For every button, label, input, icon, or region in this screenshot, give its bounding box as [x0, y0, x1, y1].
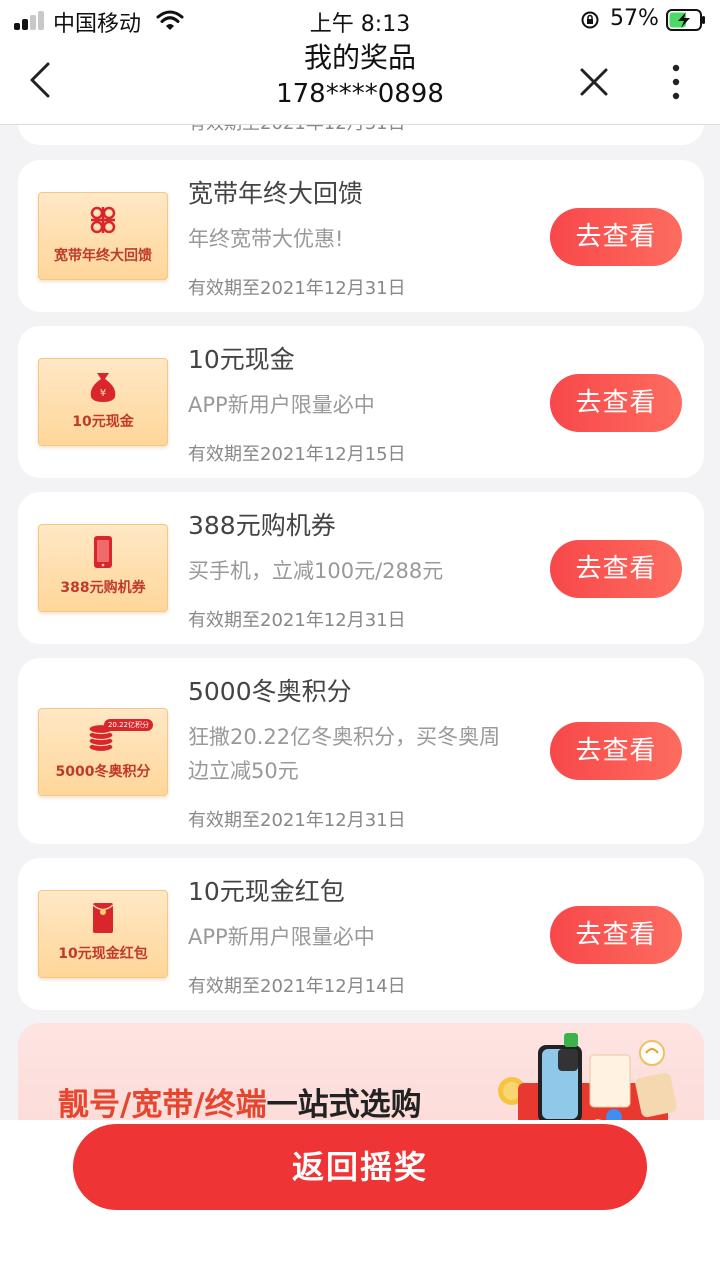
close-button[interactable] — [574, 62, 614, 102]
prize-thumbnail: ¥ 10元现金 — [38, 358, 168, 446]
prize-title: 5000冬奥积分 — [188, 677, 352, 706]
prize-card-clipped: 有效期至2021年12月31日 — [18, 125, 704, 145]
prize-description: APP新用户限量必中 — [188, 925, 375, 949]
prize-thumbnail: 宽带年终大回馈 — [38, 192, 168, 280]
prize-card: ¥ 10元现金 10元现金 APP新用户限量必中 有效期至2021年12月15日… — [18, 326, 704, 478]
rotation-lock-icon — [581, 11, 599, 29]
nav-bar: 我的奖品 178****0898 — [0, 40, 720, 125]
prize-card: 宽带年终大回馈 宽带年终大回馈 年终宽带大优惠! 有效期至2021年12月31日… — [18, 160, 704, 312]
prize-title: 388元购机券 — [188, 511, 336, 540]
prize-card: 10元现金红包 10元现金红包 APP新用户限量必中 有效期至2021年12月1… — [18, 858, 704, 1010]
red-envelope-icon — [92, 903, 114, 933]
view-prize-button[interactable]: 去查看 — [550, 722, 682, 780]
view-prize-button[interactable]: 去查看 — [550, 208, 682, 266]
prize-validity: 有效期至2021年12月14日 — [188, 976, 406, 997]
thumb-label: 宽带年终大回馈 — [54, 248, 152, 264]
prize-thumbnail: 10元现金红包 — [38, 890, 168, 978]
view-prize-button[interactable]: 去查看 — [550, 540, 682, 598]
prize-description: APP新用户限量必中 — [188, 393, 375, 417]
promo-rest: 一站式选购 — [266, 1087, 422, 1120]
prize-thumbnail: 388元购机券 — [38, 524, 168, 612]
prize-description: 买手机，立减100元/288元 — [188, 559, 444, 583]
promo-headline: 靓号/宽带/终端一站式选购 — [58, 1079, 422, 1120]
prize-list[interactable]: 有效期至2021年12月31日 宽带年终大回馈 宽带年终大回馈 年终宽带大优惠!… — [0, 125, 720, 1120]
battery-charging-icon — [666, 9, 705, 31]
prize-validity: 有效期至2021年12月31日 — [188, 610, 406, 631]
prize-card: 388元购机券 388元购机券 买手机，立减100元/288元 有效期至2021… — [18, 492, 704, 644]
prize-title: 宽带年终大回馈 — [188, 179, 364, 208]
svg-text:¥: ¥ — [100, 388, 106, 399]
more-menu-button[interactable] — [662, 60, 690, 104]
phone-icon — [94, 536, 112, 568]
promo-banner[interactable]: 靓号/宽带/终端一站式选购 — [18, 1023, 704, 1120]
money-bag-icon: ¥ — [90, 373, 116, 402]
thumb-label: 10元现金 — [72, 414, 134, 430]
promo-products-illustration — [498, 1033, 677, 1120]
prize-validity: 有效期至2021年12月31日 — [188, 125, 406, 135]
prize-thumbnail: 20.22亿积分 5000冬奥积分 — [38, 708, 168, 796]
prize-description: 年终宽带大优惠! — [188, 227, 344, 251]
prize-validity: 有效期至2021年12月31日 — [188, 810, 406, 831]
prize-title: 10元现金红包 — [188, 877, 345, 906]
promo-highlight: 靓号/宽带/终端 — [58, 1087, 267, 1120]
prize-title: 10元现金 — [188, 345, 295, 374]
return-to-lottery-button[interactable]: 返回摇奖 — [73, 1124, 647, 1210]
prize-validity: 有效期至2021年12月15日 — [188, 444, 406, 465]
prize-description: 狂撒20.22亿冬奥积分，买冬奥周边立减50元 — [188, 725, 501, 783]
thumb-badge: 20.22亿积分 — [103, 719, 153, 731]
battery-percent: 57% — [610, 6, 659, 31]
thumb-label: 388元购机券 — [60, 580, 146, 596]
bottom-bar: 返回摇奖 — [0, 1120, 720, 1280]
view-prize-button[interactable]: 去查看 — [550, 906, 682, 964]
prize-card: 20.22亿积分 5000冬奥积分 5000冬奥积分 狂撒20.22亿冬奥积分，… — [18, 658, 704, 844]
thumb-label: 5000冬奥积分 — [55, 764, 151, 780]
thumb-label: 10元现金红包 — [58, 946, 148, 962]
china-unicom-knot-icon — [90, 206, 116, 234]
prize-validity: 有效期至2021年12月31日 — [188, 278, 406, 299]
view-prize-button[interactable]: 去查看 — [550, 374, 682, 432]
status-bar: 中国移动 上午 8:13 57% — [0, 0, 720, 40]
